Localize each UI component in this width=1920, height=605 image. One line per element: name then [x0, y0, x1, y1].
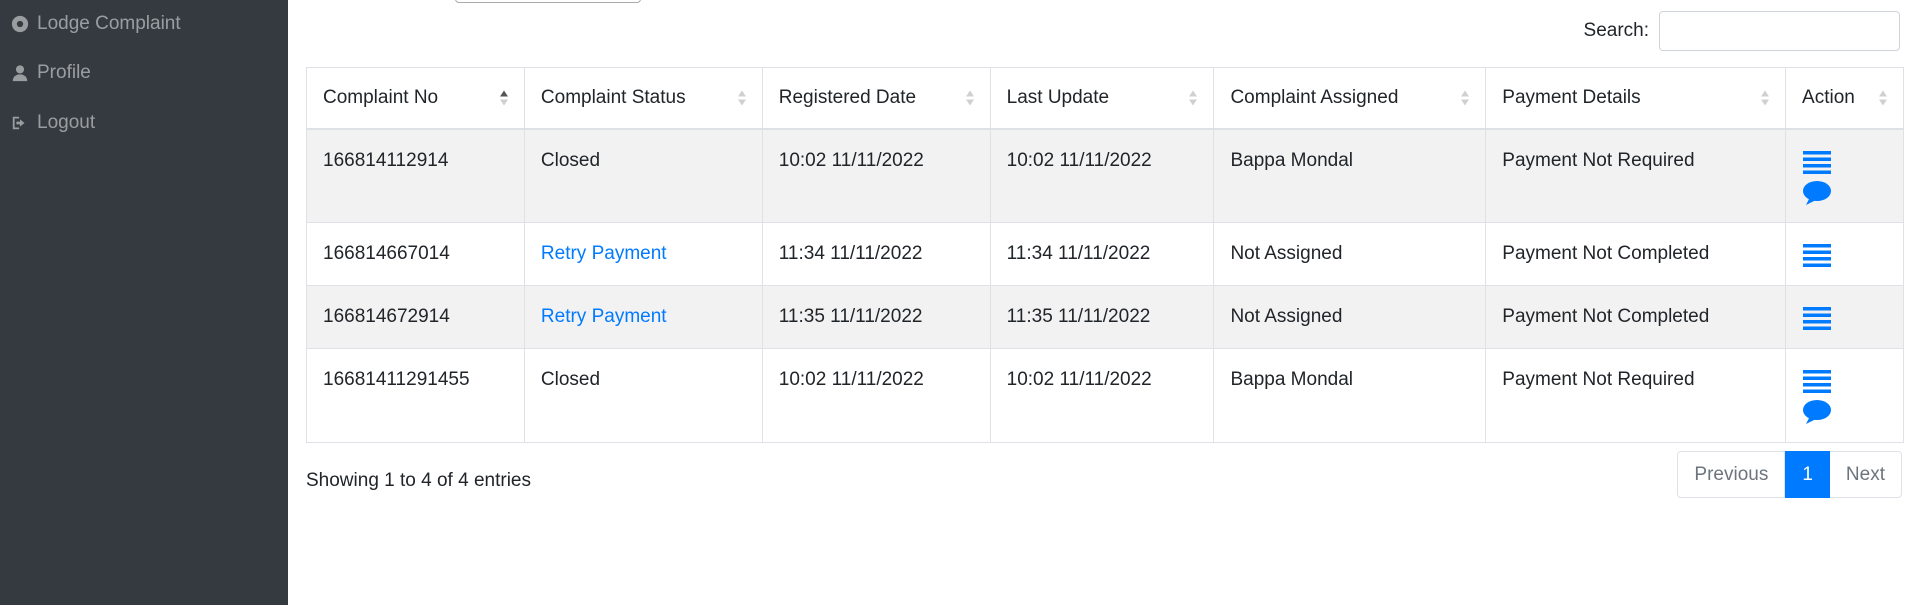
sidebar-item-label: Logout — [37, 112, 96, 133]
cell-complaint-no: 166814112914 — [306, 128, 525, 223]
cell-complaint-no: 166814667014 — [306, 222, 525, 286]
table-header-row: Complaint No Complaint Status Registered… — [306, 67, 1904, 130]
cell-status: Closed — [523, 348, 763, 443]
cell-assigned: Not Assigned — [1213, 285, 1487, 349]
header-registered-date[interactable]: Registered Date — [761, 67, 991, 130]
cell-action — [1785, 222, 1904, 286]
sidebar-item-label: Profile — [37, 62, 91, 83]
cell-payment: Payment Not Completed — [1485, 222, 1787, 286]
cell-complaint-no: 16681411291455 — [306, 348, 525, 443]
cell-registered: 11:34 11/11/2022 — [761, 222, 991, 286]
cell-updated: 11:35 11/11/2022 — [989, 285, 1215, 349]
cell-action — [1785, 285, 1904, 349]
table-row: 166814112914 Closed 10:02 11/11/2022 10:… — [306, 128, 1904, 223]
list-icon[interactable] — [1802, 306, 1887, 332]
cell-complaint-no: 166814672914 — [306, 285, 525, 349]
pagination: Previous 1 Next — [1677, 451, 1902, 498]
sign-out-icon — [10, 113, 30, 133]
table-row: 166814672914 Retry Payment 11:35 11/11/2… — [306, 285, 1904, 349]
sort-icon — [1461, 90, 1470, 106]
comment-icon[interactable] — [1802, 180, 1887, 206]
cell-payment: Payment Not Completed — [1485, 285, 1787, 349]
search-input[interactable] — [1659, 11, 1900, 51]
header-last-update[interactable]: Last Update — [989, 67, 1215, 130]
sort-icon — [1879, 90, 1887, 106]
sort-icon — [1761, 90, 1770, 106]
sidebar-item-profile[interactable]: Profile — [0, 48, 288, 98]
cell-action — [1785, 348, 1904, 443]
cell-updated: 10:02 11/11/2022 — [989, 128, 1215, 223]
header-complaint-no[interactable]: Complaint No — [306, 67, 525, 130]
cell-registered: 10:02 11/11/2022 — [761, 348, 991, 443]
cell-action — [1785, 128, 1904, 223]
retry-payment-link[interactable]: Retry Payment — [541, 243, 667, 264]
comment-icon[interactable] — [1802, 399, 1887, 425]
cell-updated: 10:02 11/11/2022 — [989, 348, 1215, 443]
list-icon[interactable] — [1802, 369, 1887, 395]
cell-registered: 10:02 11/11/2022 — [761, 128, 991, 223]
entries-length-select[interactable] — [455, 0, 641, 3]
retry-payment-link[interactable]: Retry Payment — [541, 306, 667, 327]
sort-icon — [1189, 90, 1198, 106]
cell-payment: Payment Not Required — [1485, 128, 1787, 223]
page-1-button[interactable]: 1 — [1785, 451, 1830, 498]
cell-updated: 11:34 11/11/2022 — [989, 222, 1215, 286]
list-icon[interactable] — [1802, 243, 1887, 269]
sidebar-item-logout[interactable]: Logout — [0, 98, 288, 148]
next-page-button[interactable]: Next — [1829, 451, 1902, 498]
cell-assigned: Not Assigned — [1213, 222, 1487, 286]
complaints-table: Complaint No Complaint Status Registered… — [306, 67, 1904, 443]
main-content: Search: Complaint No Complaint Status Re… — [288, 0, 1920, 605]
sidebar-item-lodge-complaint[interactable]: Lodge Complaint — [0, 0, 288, 48]
sort-icon — [965, 90, 974, 106]
header-complaint-assigned[interactable]: Complaint Assigned — [1213, 67, 1487, 130]
cell-status: Closed — [523, 128, 763, 223]
list-icon[interactable] — [1802, 150, 1887, 176]
user-icon — [10, 63, 30, 83]
search-label: Search: — [1583, 20, 1649, 41]
search-box: Search: — [1584, 11, 1900, 51]
previous-page-button[interactable]: Previous — [1677, 451, 1786, 498]
cell-registered: 11:35 11/11/2022 — [761, 285, 991, 349]
sidebar: Lodge Complaint Profile Logout — [0, 0, 288, 605]
sort-icon — [737, 90, 746, 106]
header-complaint-status[interactable]: Complaint Status — [523, 67, 763, 130]
sidebar-item-label: Lodge Complaint — [37, 13, 181, 34]
header-payment-details[interactable]: Payment Details — [1485, 67, 1787, 130]
cell-assigned: Bappa Mondal — [1213, 348, 1487, 443]
sort-icon — [499, 90, 508, 106]
table-info: Showing 1 to 4 of 4 entries — [306, 470, 531, 491]
table-row: 16681411291455 Closed 10:02 11/11/2022 1… — [306, 348, 1904, 443]
cell-payment: Payment Not Required — [1485, 348, 1787, 443]
table-row: 166814667014 Retry Payment 11:34 11/11/2… — [306, 222, 1904, 286]
header-action[interactable]: Action — [1785, 67, 1904, 130]
cell-assigned: Bappa Mondal — [1213, 128, 1487, 223]
dot-circle-icon — [10, 14, 30, 34]
